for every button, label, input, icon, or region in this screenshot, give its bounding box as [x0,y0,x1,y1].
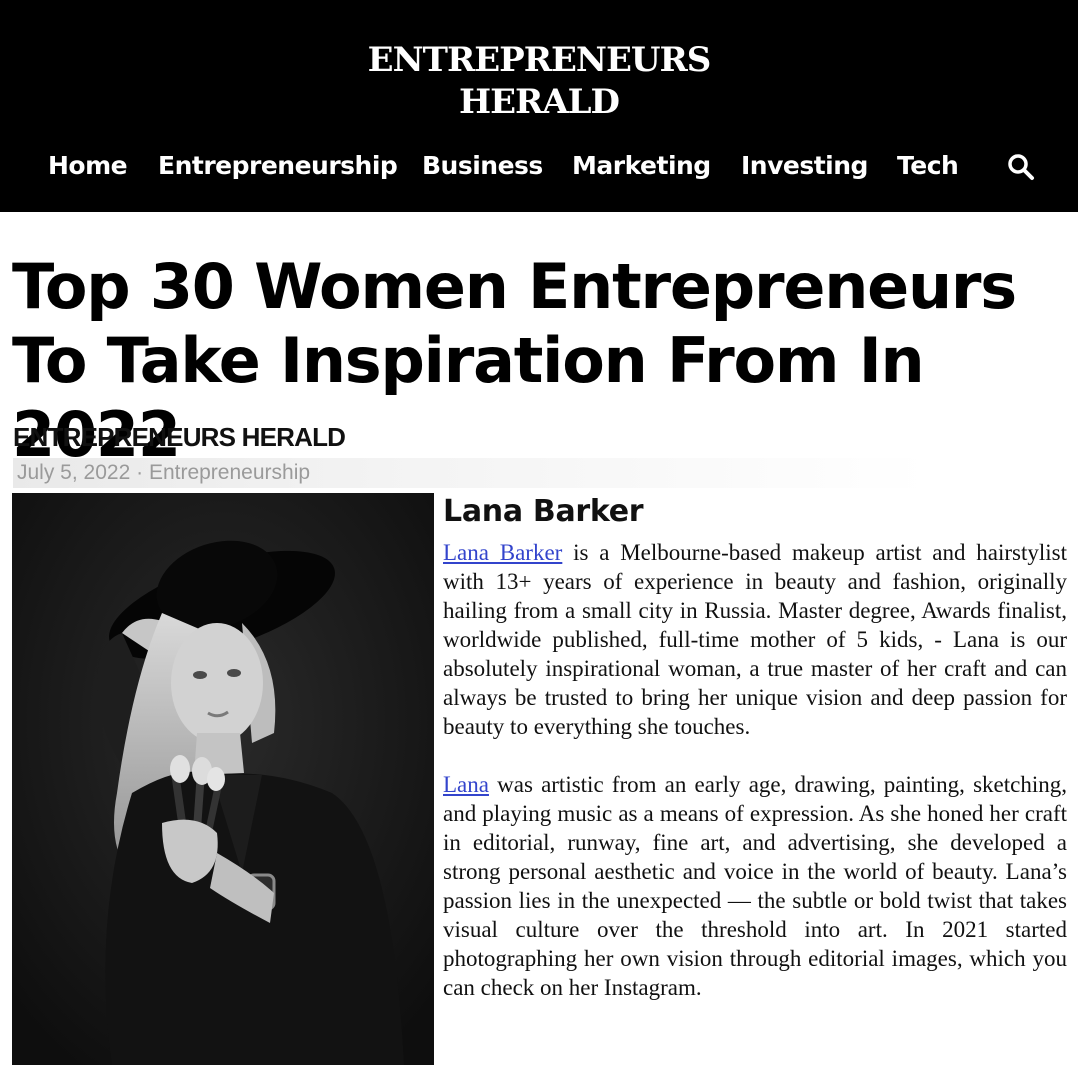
site-logo-line1[interactable]: ENTREPRENEURS [0,38,1078,82]
article-date: July 5, 2022 [17,461,131,484]
site-header: ENTREPRENEURS HERALD Home Entrepreneursh… [0,0,1080,212]
article-category-link[interactable]: Entrepreneurship [149,458,310,488]
site-logo-line2[interactable]: HERALD [0,80,1078,124]
profile-name: Lana Barker [443,494,644,529]
article-author[interactable]: ENTREPRENEURS HERALD [13,421,346,453]
nav-item-entrepreneurship[interactable]: Entrepreneurship [158,146,398,186]
paragraph-2-text: was artistic from an early age, drawing,… [443,772,1067,1000]
profile-link-short[interactable]: Lana [443,772,489,797]
nav-item-marketing[interactable]: Marketing [572,146,711,186]
paragraph-1: Lana Barker is a Melbourne-based makeup … [443,538,1067,741]
article-meta: July 5, 2022 · Entrepreneurship [13,458,929,488]
nav-item-business[interactable]: Business [422,146,543,186]
profile-photo [12,493,434,1065]
search-icon[interactable] [1006,152,1036,182]
article-body: Lana Barker Lana Barker is a Melbourne-b… [443,492,1067,1002]
profile-link[interactable]: Lana Barker [443,540,562,565]
paragraph-2: Lana was artistic from an early age, dra… [443,770,1067,1002]
nav-item-investing[interactable]: Investing [741,146,868,186]
meta-separator: · [136,461,144,484]
paragraph-1-text: is a Melbourne-based makeup artist and h… [443,540,1068,739]
nav-item-home[interactable]: Home [48,146,128,186]
nav-item-tech[interactable]: Tech [897,146,959,186]
main-nav: Home Entrepreneurship Business Marketing… [0,146,1078,186]
